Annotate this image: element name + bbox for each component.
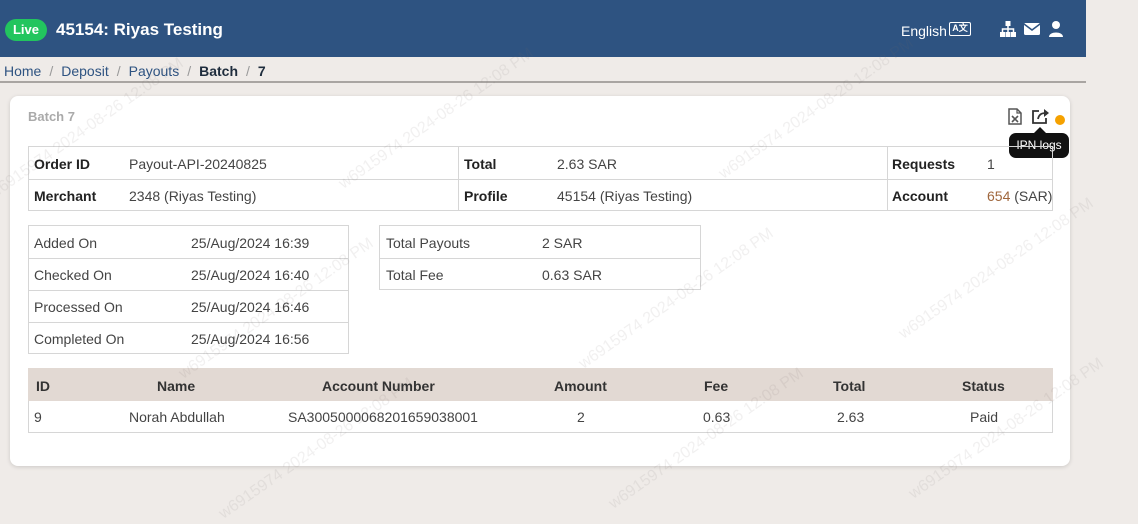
row-amount: 2 xyxy=(577,409,585,425)
column-header-total[interactable]: Total xyxy=(833,378,865,394)
row-name: Norah Abdullah xyxy=(129,409,225,425)
breadcrumb-separator: / xyxy=(246,63,250,79)
profile-value: 45154 (Riyas Testing) xyxy=(557,188,693,204)
column-header-account-number[interactable]: Account Number xyxy=(322,378,435,394)
table-row: 9 Norah Abdullah SA300500006820165903800… xyxy=(28,401,1053,433)
divider xyxy=(29,179,1052,180)
dates-box: Added On 25/Aug/2024 16:39 Checked On 25… xyxy=(28,225,349,354)
divider xyxy=(380,258,700,259)
added-on-value: 25/Aug/2024 16:39 xyxy=(191,235,310,251)
totals-box: Total Payouts 2 SAR Total Fee 0.63 SAR xyxy=(379,225,701,290)
column-header-id[interactable]: ID xyxy=(36,378,50,394)
account-label: Account xyxy=(892,188,948,204)
processed-on-value: 25/Aug/2024 16:46 xyxy=(191,299,310,315)
total-value: 2.63 SAR xyxy=(557,156,617,172)
order-id-label: Order ID xyxy=(34,156,91,172)
profile-label: Profile xyxy=(464,188,508,204)
divider xyxy=(29,290,348,291)
column-header-amount[interactable]: Amount xyxy=(554,378,607,394)
divider xyxy=(29,322,348,323)
added-on-label: Added On xyxy=(34,235,98,251)
column-header-fee[interactable]: Fee xyxy=(704,378,728,394)
order-id-value: Payout-API-20240825 xyxy=(129,156,267,172)
breadcrumb-bar: Home / Deposit / Payouts / Batch / 7 xyxy=(0,57,1086,83)
envelope-icon[interactable] xyxy=(1023,20,1041,38)
divider xyxy=(29,258,348,259)
account-currency: (SAR) xyxy=(1014,188,1053,204)
column-header-name[interactable]: Name xyxy=(157,378,195,394)
breadcrumb-separator: / xyxy=(116,63,121,79)
row-fee: 0.63 xyxy=(703,409,731,425)
breadcrumb-separator: / xyxy=(187,63,192,79)
total-payouts-label: Total Payouts xyxy=(386,235,471,251)
language-selector[interactable]: English xyxy=(901,22,947,40)
divider xyxy=(458,147,459,210)
processed-on-label: Processed On xyxy=(34,299,123,315)
user-icon[interactable] xyxy=(1047,20,1065,38)
completed-on-value: 25/Aug/2024 16:56 xyxy=(191,331,310,347)
breadcrumb-home[interactable]: Home xyxy=(4,63,41,79)
breadcrumb-batch: Batch xyxy=(199,63,238,79)
row-account-number: SA3005000068201659038001 xyxy=(288,409,478,425)
breadcrumb: Home / Deposit / Payouts / Batch / 7 xyxy=(4,63,266,79)
breadcrumb-payouts[interactable]: Payouts xyxy=(129,63,180,79)
divider xyxy=(887,147,888,210)
app-title: 45154: Riyas Testing xyxy=(56,20,223,39)
account-link[interactable]: 654 xyxy=(987,188,1010,204)
merchant-label: Merchant xyxy=(34,188,97,204)
row-total: 2.63 xyxy=(837,409,865,425)
total-label: Total xyxy=(464,156,497,172)
breadcrumb-batch-id: 7 xyxy=(257,63,266,79)
right-margin xyxy=(1086,0,1138,524)
checked-on-value: 25/Aug/2024 16:40 xyxy=(191,267,310,283)
summary-box: Order ID Payout-API-20240825 Total 2.63 … xyxy=(28,146,1053,211)
translate-icon[interactable]: A文 xyxy=(949,22,971,36)
checked-on-label: Checked On xyxy=(34,267,112,283)
top-bar: Live 45154: Riyas Testing English A文 xyxy=(0,0,1086,57)
live-badge: Live xyxy=(5,19,47,41)
status-dot xyxy=(1055,115,1065,125)
completed-on-label: Completed On xyxy=(34,331,125,347)
total-fee-value: 0.63 SAR xyxy=(542,267,602,283)
card-title: Batch 7 xyxy=(28,109,75,124)
share-icon[interactable] xyxy=(1031,108,1051,125)
merchant-value: 2348 (Riyas Testing) xyxy=(129,188,257,204)
batch-card: Batch 7 IPN logs Order ID Payout-API-202… xyxy=(10,96,1070,466)
excel-export-icon[interactable] xyxy=(1008,108,1022,125)
total-fee-label: Total Fee xyxy=(386,267,444,283)
breadcrumb-deposit[interactable]: Deposit xyxy=(61,63,108,79)
sitemap-icon[interactable] xyxy=(999,20,1017,38)
requests-value: 1 xyxy=(987,156,995,172)
row-id-link[interactable]: 9 xyxy=(34,409,42,425)
total-payouts-value: 2 SAR xyxy=(542,235,583,251)
account-value: 654 (SAR) xyxy=(987,188,1052,204)
row-status: Paid xyxy=(970,409,999,425)
table-header: ID Name Account Number Amount Fee Total … xyxy=(28,368,1053,401)
breadcrumb-separator: / xyxy=(49,63,54,79)
requests-label: Requests xyxy=(892,156,956,172)
column-header-status[interactable]: Status xyxy=(962,378,1005,394)
